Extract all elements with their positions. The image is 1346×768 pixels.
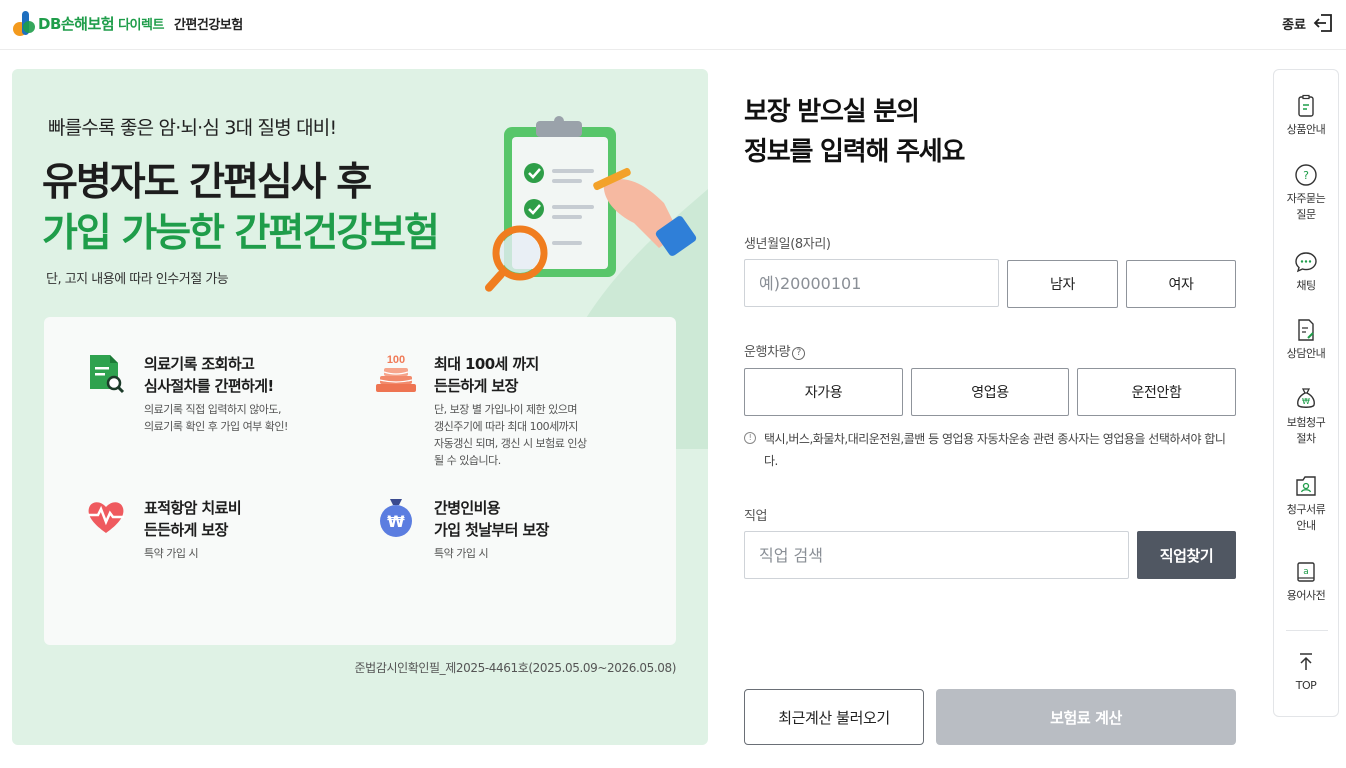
load-recent-button[interactable]: 최근계산 불러오기 (744, 689, 924, 745)
won-symbol: ₩ (387, 512, 405, 531)
info-icon: ! (744, 432, 756, 444)
compliance-approval-text: 준법감시인확인필_제2025-4461호(2025.05.09~2026.05.… (354, 661, 677, 675)
help-icon[interactable]: ? (792, 347, 806, 360)
vehicle-label: 운행차량 (744, 345, 791, 360)
quick-item-faq[interactable]: ? 자주묻는 질문 (1274, 163, 1338, 223)
feature-card: 의료기록 조회하고 심사절차를 간편하게! 의료기록 직접 입력하지 않아도, … (44, 317, 676, 645)
svg-text:a: a (1303, 567, 1309, 577)
quick-item-chat[interactable]: 채팅 (1274, 250, 1338, 294)
feature-desc: 의료기록 직접 입력하지 않아도, 의료기록 확인 후 가입 여부 확인! (144, 403, 288, 433)
job-label: 직업 (744, 509, 768, 524)
banner-subtitle: 빠를수록 좋은 암·뇌·심 3대 질병 대비! (48, 117, 337, 139)
quick-label: 청구서류 안내 (1286, 503, 1326, 532)
chat-icon (1295, 252, 1317, 273)
banner-note: 단, 고지 내용에 따라 인수거절 가능 (46, 272, 229, 287)
money-bag-icon: ₩ (380, 499, 412, 537)
birth-label: 생년월일(8자리) (744, 237, 831, 252)
exit-button[interactable]: 종료 (1282, 12, 1334, 34)
quick-item-dictionary[interactable]: a 용어사전 (1274, 560, 1338, 604)
vehicle-notice: ! 택시,버스,화물차,대리운전원,콜밴 등 영업용 자동차운송 관련 종사자는… (744, 428, 1236, 472)
document-search-icon (90, 355, 125, 394)
quick-menu-divider (1286, 630, 1328, 631)
brand-sub: 다이렉트 (118, 17, 164, 33)
quick-item-claim-process[interactable]: ₩ 보험청구 절차 (1274, 387, 1338, 447)
feature-title: 의료기록 조회하고 심사절차를 간편하게! (144, 355, 274, 395)
gender-male-button[interactable]: 남자 (1007, 260, 1118, 308)
calculate-premium-button[interactable]: 보험료 계산 (936, 689, 1236, 745)
promo-banner: 빠를수록 좋은 암·뇌·심 3대 질병 대비! 유병자도 간편심사 후 가입 가… (12, 69, 708, 745)
vehicle-notice-text: 택시,버스,화물차,대리운전원,콜밴 등 영업용 자동차운송 관련 종사자는 영… (764, 432, 1226, 468)
clipboard-illustration (484, 116, 697, 292)
job-find-button[interactable]: 직업찾기 (1137, 531, 1236, 579)
logo[interactable]: DB손해보험 다이렉트 간편건강보험 (12, 9, 243, 37)
exit-label: 종료 (1282, 17, 1306, 33)
heart-pulse-icon (88, 502, 124, 533)
feature-title: 표적항암 치료비 든든하게 보장 (144, 499, 242, 539)
feature-title: 간병인비용 가입 첫날부터 보장 (434, 499, 549, 539)
quick-label: 상담안내 (1286, 347, 1326, 360)
arrow-up-icon (1300, 653, 1312, 670)
product-name: 간편건강보험 (173, 17, 243, 33)
vehicle-label-wrap: 운행차량? (744, 341, 806, 360)
svg-text:?: ? (1303, 169, 1309, 182)
feature-desc: 단, 보장 별 가입나이 제한 있으며 갱신주기에 따라 최대 100세까지 자… (434, 403, 587, 467)
vehicle-option-commercial[interactable]: 영업용 (911, 368, 1069, 416)
feature-title: 최대 100세 까지 든든하게 보장 (434, 355, 539, 395)
quick-label: 보험청구 절차 (1286, 416, 1326, 445)
quick-item-claim-docs[interactable]: 청구서류 안내 (1274, 474, 1338, 534)
cake-100-icon: 100 (376, 354, 416, 392)
gender-female-button[interactable]: 여자 (1126, 260, 1236, 308)
faq-icon: ? (1295, 164, 1317, 186)
feature-desc: 특약 가입 시 (144, 547, 199, 560)
dictionary-icon: a (1297, 562, 1315, 582)
product-info-icon (1298, 94, 1314, 117)
feature-desc: 특약 가입 시 (434, 547, 489, 560)
claim-docs-icon (1296, 476, 1316, 496)
quick-label: 채팅 (1296, 279, 1316, 292)
birthdate-input[interactable] (744, 259, 999, 307)
consult-icon (1298, 319, 1314, 341)
top-label: TOP (1295, 679, 1317, 692)
db-logo-icon (13, 11, 35, 36)
quick-item-consult[interactable]: 상담안내 (1274, 318, 1338, 362)
claim-process-icon: ₩ (1297, 388, 1315, 408)
svg-text:₩: ₩ (1302, 397, 1310, 406)
header: DB손해보험 다이렉트 간편건강보험 종료 (0, 0, 1346, 50)
exit-icon (1313, 14, 1332, 32)
banner-title-line1: 유병자도 간편심사 후 (42, 160, 372, 205)
brand-name: DB손해보험 (38, 14, 115, 33)
quick-menu: 상품안내 ? 자주묻는 질문 채팅 상담안내 ₩ 보험청구 절차 청구서류 안내… (1273, 69, 1339, 717)
quick-label: 자주묻는 질문 (1286, 192, 1326, 221)
cake-number: 100 (387, 354, 405, 366)
banner-title-line2: 가입 가능한 간편건강보험 (42, 211, 440, 256)
form-title: 보장 받으실 분의 정보를 입력해 주세요 (744, 97, 965, 167)
quick-item-product-info[interactable]: 상품안내 (1274, 94, 1338, 138)
scroll-top-button[interactable]: TOP (1274, 650, 1338, 694)
quick-label: 상품안내 (1286, 123, 1326, 136)
job-search-input[interactable] (744, 531, 1129, 579)
quick-label: 용어사전 (1286, 589, 1326, 602)
vehicle-option-private[interactable]: 자가용 (744, 368, 903, 416)
vehicle-option-none[interactable]: 운전안함 (1077, 368, 1236, 416)
